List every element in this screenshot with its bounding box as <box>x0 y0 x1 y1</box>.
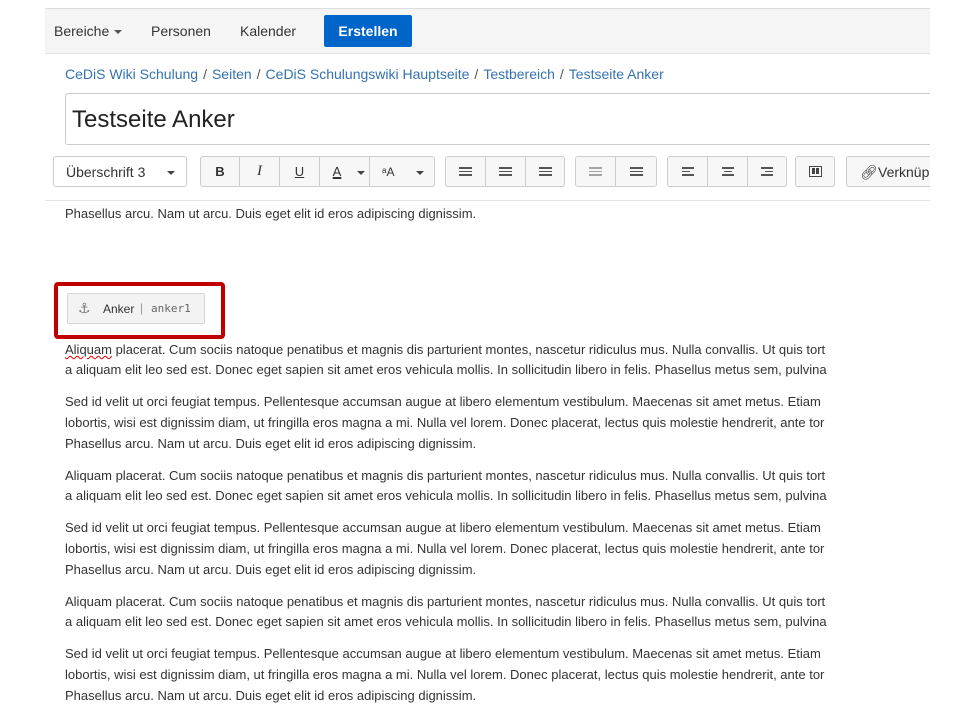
paragraph-line: Aliquam placerat. Cum sociis natoque pen… <box>65 342 826 357</box>
confluence-editor: Bereiche Personen Kalender Erstellen CeD… <box>45 8 930 720</box>
anchor-icon: ⚓︎ <box>78 300 91 316</box>
anchor-macro[interactable]: ⚓︎ Anker | anker1 <box>67 293 205 324</box>
paragraph-line: Sed id velit ut orci feugiat tempus. Pel… <box>65 646 821 661</box>
paragraph-line: Phasellus arcu. Nam ut arcu. Duis eget e… <box>65 206 477 221</box>
paragraph-line: Sed id velit ut orci feugiat tempus. Pel… <box>65 520 821 535</box>
paragraph-line: a aliquam elit leo sed est. Donec eget s… <box>65 614 827 629</box>
paragraph-line: a aliquam elit leo sed est. Donec eget s… <box>65 362 827 377</box>
paragraph-line: Phasellus arcu. Nam ut arcu. Duis eget e… <box>65 562 477 577</box>
editor-content[interactable]: Phasellus arcu. Nam ut arcu. Duis eget e… <box>65 8 930 720</box>
paragraph-line: lobortis, wisi est dignissim diam, ut fr… <box>65 667 825 682</box>
paragraph-line: Phasellus arcu. Nam ut arcu. Duis eget e… <box>65 436 477 451</box>
paragraph-line: lobortis, wisi est dignissim diam, ut fr… <box>65 541 825 556</box>
paragraph-line: Phasellus arcu. Nam ut arcu. Duis eget e… <box>65 688 477 703</box>
spellcheck-word: Aliquam <box>65 342 112 357</box>
paragraph-line: a aliquam elit leo sed est. Donec eget s… <box>65 488 827 503</box>
paragraph-line: lobortis, wisi est dignissim diam, ut fr… <box>65 415 825 430</box>
paragraph-line: Sed id velit ut orci feugiat tempus. Pel… <box>65 394 821 409</box>
paragraph-line: Aliquam placerat. Cum sociis natoque pen… <box>65 468 826 483</box>
paragraph-line: Aliquam placerat. Cum sociis natoque pen… <box>65 594 826 609</box>
